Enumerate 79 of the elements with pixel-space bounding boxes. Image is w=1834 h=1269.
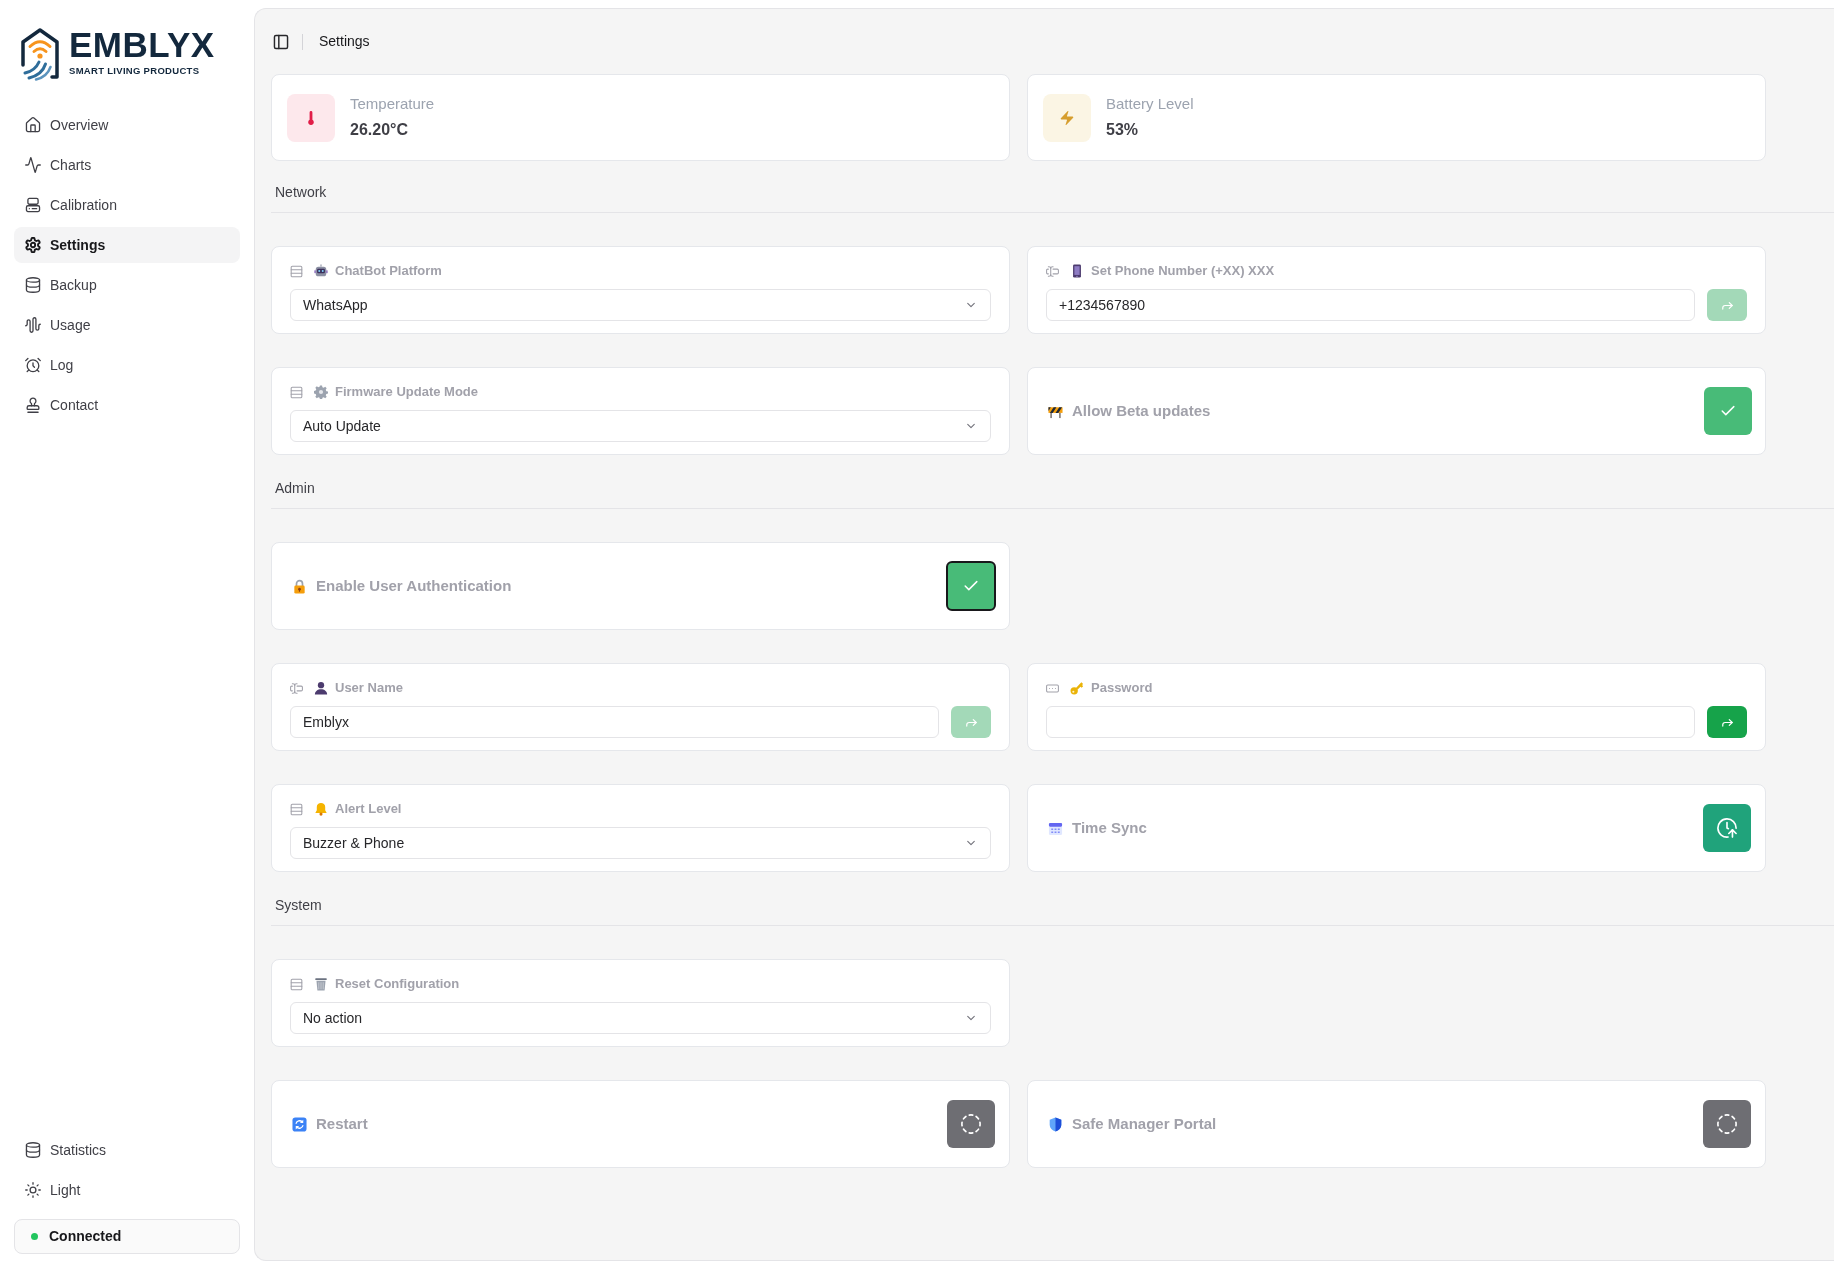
nav-item[interactable]: Log xyxy=(14,347,240,383)
text-cursor-icon xyxy=(290,681,303,695)
database-icon xyxy=(25,1142,41,1158)
lightning-bolt-icon xyxy=(1043,93,1091,142)
stat-value: 53% xyxy=(1106,120,1140,140)
nav-item[interactable]: Settings xyxy=(14,227,240,263)
pulse-icon xyxy=(25,157,41,173)
refresh-icon xyxy=(292,1116,307,1132)
mobile-phone-icon xyxy=(1070,264,1084,278)
setting-label: Safe Manager Portal xyxy=(1072,1113,1217,1134)
checkbox[interactable] xyxy=(1704,387,1752,435)
clock-arrow-up-icon xyxy=(1717,818,1737,838)
trash-icon xyxy=(314,977,328,991)
password-icon xyxy=(1046,681,1059,695)
submit-button[interactable] xyxy=(1707,706,1747,738)
text-field[interactable]: +1234567890 xyxy=(1046,289,1695,321)
dropdown[interactable]: Buzzer & Phone xyxy=(290,827,991,859)
dropdown[interactable]: WhatsApp xyxy=(290,289,991,321)
sidebar-toggle-icon[interactable] xyxy=(273,33,289,50)
nav-item[interactable]: Overview xyxy=(14,107,240,143)
section-title: Network xyxy=(275,184,327,200)
key-icon xyxy=(1070,681,1084,695)
gear-icon xyxy=(314,385,328,399)
calendar-icon xyxy=(1048,820,1063,836)
rows-icon xyxy=(290,802,303,816)
lock-icon xyxy=(292,578,307,594)
dropdown[interactable]: Auto Update xyxy=(290,410,991,442)
brand-name: EMBLYX xyxy=(69,30,215,60)
alarm-clock-icon xyxy=(25,357,41,373)
page-title: Settings xyxy=(319,32,370,51)
setting-label: Password xyxy=(1091,679,1153,698)
text-cursor-icon xyxy=(1046,264,1059,278)
nav-item[interactable]: Light xyxy=(14,1172,240,1208)
nav-item[interactable]: Contact xyxy=(14,387,240,423)
dropdown[interactable]: No action xyxy=(290,1002,991,1034)
checkbox[interactable] xyxy=(946,561,996,611)
setting-label: Allow Beta updates xyxy=(1072,400,1211,421)
status-text: Connected xyxy=(49,1227,122,1246)
shield-icon xyxy=(1048,1116,1063,1132)
robot-icon xyxy=(314,264,328,278)
password-field[interactable] xyxy=(1046,706,1695,738)
nav-item[interactable]: Statistics xyxy=(14,1132,240,1168)
logo-icon xyxy=(19,26,61,81)
nav-item[interactable]: Usage xyxy=(14,307,240,343)
nav-item[interactable]: Charts xyxy=(14,147,240,183)
dashed-circle-icon xyxy=(961,1114,981,1134)
dashed-circle-icon xyxy=(1717,1114,1737,1134)
stat-value: 26.20°C xyxy=(350,120,409,140)
bell-icon xyxy=(314,802,328,816)
rows-icon xyxy=(290,385,303,399)
stat-label: Battery Level xyxy=(1106,94,1194,114)
section-title: System xyxy=(275,897,322,913)
settings-icon xyxy=(25,237,41,253)
sun-icon xyxy=(25,1182,41,1198)
setting-label: Firmware Update Mode xyxy=(335,383,479,402)
database-icon xyxy=(25,277,41,293)
setting-label: Time Sync xyxy=(1072,817,1147,838)
setting-label: Alert Level xyxy=(335,800,402,819)
setting-label: Set Phone Number (+XX) XXX xyxy=(1091,262,1275,281)
drive-icon xyxy=(25,197,41,213)
brand-tagline: SMART LIVING PRODUCTS xyxy=(69,65,201,77)
rows-icon xyxy=(290,977,303,991)
setting-label: Restart xyxy=(316,1113,368,1134)
nav-item[interactable]: Calibration xyxy=(14,187,240,223)
action-button[interactable] xyxy=(1703,804,1751,852)
user-icon xyxy=(314,681,328,695)
home-icon xyxy=(25,117,41,133)
setting-label: User Name xyxy=(335,679,403,698)
stat-label: Temperature xyxy=(350,94,435,114)
section-title: Admin xyxy=(275,480,315,496)
setting-label: Reset Configuration xyxy=(335,975,460,994)
rows-icon xyxy=(290,264,303,278)
setting-label: ChatBot Platform xyxy=(335,262,442,281)
setting-label: Enable User Authentication xyxy=(316,575,512,596)
thermometer-icon xyxy=(287,93,335,142)
stamp-icon xyxy=(25,397,41,413)
waveform-icon xyxy=(25,317,41,333)
nav-item[interactable]: Backup xyxy=(14,267,240,303)
text-field[interactable]: Emblyx xyxy=(290,706,939,738)
